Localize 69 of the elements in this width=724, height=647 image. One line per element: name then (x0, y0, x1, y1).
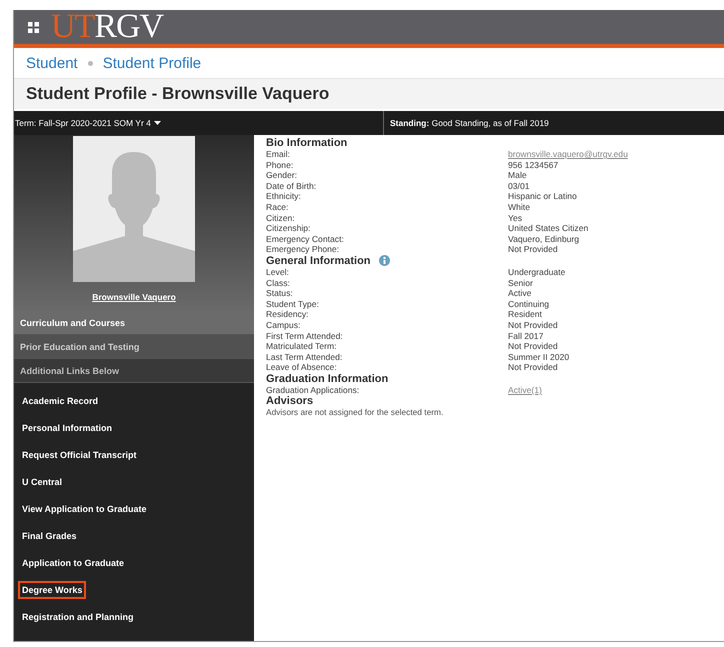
field-value: Continuing (508, 298, 550, 310)
field-label: Ethnicity: (266, 191, 302, 202)
value-link[interactable]: brownsville.vaquero@utrgv.edu (508, 149, 724, 160)
field-label: Citizenship: (266, 223, 312, 234)
standing-text: Standing: Good Standing, as of Fall 2019 (389, 118, 549, 128)
field-label: Phone: (266, 160, 294, 170)
sidebar-section[interactable]: Prior Education and Testing (14, 335, 254, 359)
sidebar-section[interactable]: Curriculum and Courses (14, 311, 254, 335)
section-heading: General Information (266, 254, 371, 267)
field-label: Leave of Absence: (266, 362, 338, 373)
field-label: Email: (266, 149, 291, 160)
field-label: Matriculated Term: (266, 341, 338, 352)
field-value: Active (508, 288, 532, 299)
sidebar-section[interactable]: Additional Links Below (14, 359, 254, 383)
logo[interactable]: UTRGV (51, 10, 164, 44)
field-value: Senior (508, 278, 534, 288)
value-link[interactable]: Active(1) (508, 384, 724, 396)
field-value: Resident (508, 309, 543, 320)
section-heading: Advisors (266, 395, 314, 408)
field-label: Emergency Contact: (266, 234, 345, 244)
apps-grid-icon[interactable] (28, 22, 39, 32)
field-label: Last Term Attended: (266, 352, 344, 362)
field-label: Race: (266, 202, 290, 213)
field-label: Gender: (266, 170, 298, 181)
field-value: Not Provided (508, 320, 559, 330)
field-label: Graduation Applications: (266, 384, 360, 396)
field-value: Undergraduate (508, 266, 566, 278)
section-heading: Graduation Information (266, 372, 388, 385)
field-label: Student Type: (266, 298, 320, 310)
field-label: Class: (266, 278, 291, 288)
field-value: Fall 2017 (508, 330, 544, 342)
sidebar-link[interactable]: Degree Works (18, 581, 86, 599)
page-title: Student Profile - Brownsville Vaquero (26, 84, 330, 104)
breadcrumb-link[interactable]: Student Profile (102, 54, 202, 72)
info-icon[interactable] (378, 255, 390, 266)
field-label: Residency: (266, 309, 310, 320)
advisors-note: Advisors are not assigned for the selected term. (266, 407, 444, 418)
field-value: Hispanic or Latino (508, 191, 578, 202)
field-label: Date of Birth: (266, 180, 318, 192)
sidebar-link[interactable]: Personal Information (18, 419, 116, 437)
breadcrumb-separator (88, 60, 93, 66)
field-value: Vaquero, Edinburg (508, 234, 580, 244)
field-value: Not Provided (508, 362, 559, 373)
field-label: Campus: (266, 320, 302, 330)
field-value: Not Provided (508, 244, 559, 255)
field-label: Status: (266, 288, 294, 299)
sidebar-link[interactable]: Final Grades (18, 527, 81, 545)
field-value: White (508, 202, 531, 213)
sidebar-link[interactable]: View Application to Graduate (18, 500, 151, 518)
field-value: 956 1234567 (508, 160, 560, 170)
field-value: Not Provided (508, 341, 559, 352)
field-value: 03/01 (508, 180, 531, 192)
sidebar-link[interactable]: U Central (18, 473, 66, 491)
field-value: United States Citizen (508, 223, 590, 234)
student-name-link[interactable]: Brownsville Vaquero (92, 292, 176, 302)
sidebar-link[interactable]: Request Official Transcript (18, 446, 141, 464)
field-value: Summer II 2020 (508, 352, 570, 362)
field-label: Emergency Phone: (266, 244, 340, 255)
breadcrumb-link[interactable]: Student (26, 54, 78, 72)
field-value: Male (508, 170, 528, 181)
field-label: First Term Attended: (266, 330, 344, 342)
sidebar-link[interactable]: Academic Record (18, 392, 102, 410)
field-value: Yes (508, 212, 524, 224)
sidebar-link[interactable]: Application to Graduate (18, 554, 128, 572)
field-label: Citizen: (266, 212, 296, 224)
caret-icon (154, 121, 161, 125)
section-heading: Bio Information (266, 137, 348, 149)
sidebar-link[interactable]: Registration and Planning (18, 608, 138, 626)
field-label: Level: (266, 266, 290, 278)
